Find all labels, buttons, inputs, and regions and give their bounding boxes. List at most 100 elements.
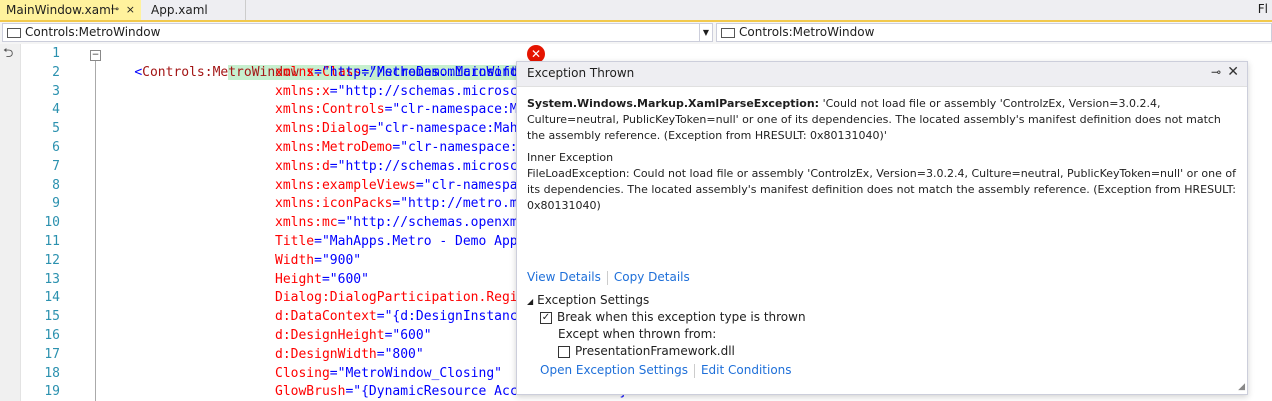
edit-conditions-link[interactable]: Edit Conditions (701, 363, 792, 377)
tab-mainwindow-xaml[interactable]: MainWindow.xaml ⊸ × (0, 0, 141, 20)
code-line[interactable]: Height="600" (275, 270, 369, 289)
equals-sign: = (376, 346, 385, 362)
attr-name: d:DesignHeight (275, 328, 385, 343)
element-member-value: Controls:MetroWindow (739, 25, 875, 39)
exception-settings-heading: Exception Settings (537, 293, 650, 307)
attr-name: d:DataContext (275, 309, 377, 325)
line-number: 9 (52, 196, 60, 212)
exception-helper-popup: Exception Thrown ⊸ ✕ System.Windows.Mark… (516, 61, 1248, 395)
attr-name: Width (275, 252, 315, 268)
break-when-thrown-option[interactable]: ✓ Break when this exception type is throw… (540, 310, 806, 324)
code-line[interactable]: xmlns="http://schemas.microsoft (275, 63, 518, 82)
attr-name: Dialog:DialogParticipation.Regi (275, 290, 518, 306)
line-number: 1 (52, 46, 60, 61)
code-line[interactable]: xmlns:Controls="clr-namespace:M (275, 100, 518, 119)
line-number: 16 (44, 328, 60, 343)
attr-value: "800" (384, 346, 424, 362)
except-when-thrown-label: Except when thrown from: (558, 327, 717, 341)
equals-sign: = (314, 252, 322, 268)
equals-sign: = (415, 177, 424, 193)
line-number: 11 (44, 234, 60, 249)
break-when-thrown-checkbox[interactable]: ✓ (540, 311, 552, 324)
tag-bracket: < (134, 65, 143, 80)
equals-sign: = (314, 64, 322, 80)
line-number: 18 (44, 365, 60, 381)
equals-sign: = (329, 365, 338, 381)
attr-name: xmlns:exampleViews (275, 177, 416, 193)
code-line-1[interactable]: <Controls:MetroWindow x:Class="MetroDemo… (103, 44, 542, 80)
element-scope-dropdown[interactable]: Controls:MetroWindow ▼ (2, 23, 713, 42)
attr-name: xmlns:x (275, 83, 330, 99)
inner-exception-message: FileLoadException: Could not load file o… (527, 167, 1236, 212)
tag-name: Controls:Me (142, 65, 229, 80)
code-line[interactable]: Closing="MetroWindow_Closing" (275, 364, 502, 383)
code-line[interactable]: xmlns:MetroDemo="clr-namespace: (275, 138, 518, 157)
line-number: 3 (52, 83, 60, 99)
attr-value: "{d:DesignInstanc (384, 309, 518, 325)
line-number: 10 (44, 215, 60, 231)
code-line[interactable]: xmlns:d="http://schemas.microsc (275, 157, 518, 176)
code-line[interactable]: Dialog:DialogParticipation.Regi (275, 288, 518, 307)
line-number: 7 (52, 158, 60, 174)
presentationframework-checkbox[interactable] (558, 345, 570, 358)
attr-value: "http://metro.m (400, 196, 518, 212)
line-number: 8 (52, 177, 60, 193)
equals-sign: = (321, 271, 330, 287)
inner-exception-heading: Inner Exception (527, 151, 614, 164)
close-icon[interactable]: × (126, 0, 135, 20)
view-details-link[interactable]: View Details (527, 270, 601, 284)
tab-app-xaml[interactable]: App.xaml (145, 0, 246, 20)
attr-value: "clr-namespace:Mah (376, 121, 518, 137)
attr-name: xmlns:iconPacks (275, 196, 393, 212)
attr-name: xmlns:d (275, 158, 330, 174)
line-number: 6 (52, 140, 60, 155)
equals-sign: = (368, 121, 377, 137)
code-line[interactable]: d:DataContext="{d:DesignInstanc (275, 307, 518, 326)
code-line[interactable]: Title="MahApps.Metro - Demo App (275, 232, 518, 251)
element-member-dropdown[interactable]: Controls:MetroWindow (716, 23, 1272, 42)
attr-name: xmlns:Dialog (275, 121, 369, 137)
attr-name: Closing (275, 365, 330, 381)
code-line[interactable]: xmlns:Dialog="clr-namespace:Mah (275, 119, 518, 138)
divider (693, 363, 695, 378)
close-icon[interactable]: ✕ (1227, 64, 1239, 80)
equals-sign: = (329, 158, 338, 174)
resize-grip-icon[interactable]: ◢ (1238, 382, 1245, 392)
open-exception-settings-link[interactable]: Open Exception Settings (540, 363, 688, 377)
line-number: 13 (44, 271, 60, 287)
attr-name: GlowBrush (275, 384, 346, 400)
chevron-down-icon[interactable]: ▼ (699, 24, 712, 41)
line-number: 12 (44, 252, 60, 268)
exception-settings-toggle[interactable]: ◢ Exception Settings (527, 293, 649, 307)
line-number: 19 (44, 384, 60, 400)
attr-value: "600" (329, 271, 369, 287)
navigation-bar: Controls:MetroWindow ▼ Controls:MetroWin… (0, 22, 1272, 45)
pin-icon[interactable]: ⊸ (1211, 65, 1221, 79)
attr-name: xmlns:mc (275, 215, 338, 231)
code-line[interactable]: xmlns:exampleViews="clr-namespa (275, 176, 518, 195)
element-icon (721, 27, 735, 38)
current-statement-arrow-icon: ⮌ (3, 46, 14, 61)
presentationframework-label: PresentationFramework.dll (575, 344, 735, 358)
attr-name: xmlns (275, 64, 315, 80)
code-line[interactable]: d:DesignHeight="600" (275, 326, 432, 345)
code-line[interactable]: xmlns:iconPacks="http://metro.m (275, 194, 518, 213)
code-line[interactable]: xmlns:x="http://schemas.microsc (275, 82, 518, 101)
overflow-label[interactable]: Fl (1258, 2, 1268, 16)
exception-message: System.Windows.Markup.XamlParseException… (527, 96, 1239, 144)
attr-value: "http://schemas.openxm (345, 215, 518, 231)
settings-links: Open Exception Settings Edit Conditions (540, 363, 792, 378)
element-scope-value: Controls:MetroWindow (25, 25, 161, 39)
presentationframework-option[interactable]: PresentationFramework.dll (558, 344, 735, 358)
attr-value: "http://schemas.microsc (337, 158, 518, 174)
code-line[interactable]: Width="900" (275, 251, 361, 270)
document-tab-strip: MainWindow.xaml ⊸ × App.xaml Fl (0, 0, 1272, 22)
line-number: 17 (44, 346, 60, 362)
code-line[interactable]: xmlns:mc="http://schemas.openxm (275, 213, 518, 232)
copy-details-link[interactable]: Copy Details (614, 270, 690, 284)
code-line[interactable]: d:DesignWidth="800" (275, 345, 424, 364)
attr-name: xmlns:MetroDemo (275, 140, 393, 155)
attr-value: "http://schemas.microsc (337, 83, 518, 99)
pin-icon[interactable]: ⊸ (111, 0, 119, 20)
outline-collapse-icon[interactable]: − (90, 50, 101, 61)
